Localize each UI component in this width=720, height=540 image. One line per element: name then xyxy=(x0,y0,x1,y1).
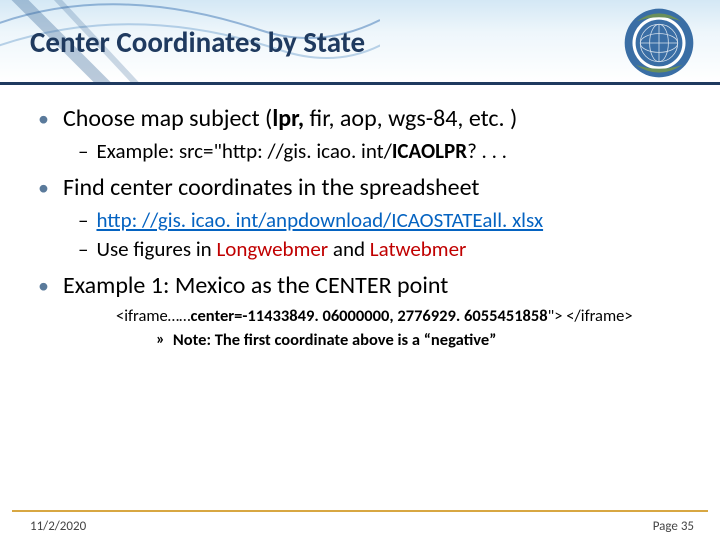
text-bold: ICAOLPR xyxy=(392,138,467,164)
bullet-icon: • xyxy=(38,104,49,134)
content-area: • Choose map subject (lpr, fir, aop, wgs… xyxy=(38,104,690,351)
bullet-choose-subject: • Choose map subject (lpr, fir, aop, wgs… xyxy=(38,104,690,134)
text-longwebmer: Longwebmer xyxy=(216,236,328,262)
text-bold: lpr, xyxy=(272,104,309,133)
dash-icon: – xyxy=(78,138,88,165)
text: <iframe…… xyxy=(116,306,191,326)
text: Use figures in xyxy=(96,236,216,262)
note-negative: » Note: The first coordinate above is a … xyxy=(156,329,690,351)
sub-bullet-use-figures: – Use figures in Longwebmer and Latwebme… xyxy=(78,236,690,263)
text: ? . . . xyxy=(467,138,507,164)
spreadsheet-link[interactable]: http: //gis. icao. int/anpdownload/ICAOS… xyxy=(96,207,543,233)
dash-icon: – xyxy=(78,207,88,234)
text-bold: center=-11433849. 06000000, 2776929. 605… xyxy=(191,306,548,326)
text: Note: The first coordinate above is a “n… xyxy=(173,329,497,351)
text: "> </iframe> xyxy=(548,306,633,326)
text: and xyxy=(328,236,370,262)
footer-page: Page 35 xyxy=(653,519,694,534)
header-divider xyxy=(0,82,720,85)
raquo-icon: » xyxy=(156,329,165,349)
text: Find center coordinates in the spreadshe… xyxy=(63,173,479,203)
bullet-find-coordinates: • Find center coordinates in the spreads… xyxy=(38,173,690,203)
bullet-example-mexico: • Example 1: Mexico as the CENTER point xyxy=(38,271,690,301)
footer-date: 11/2/2020 xyxy=(30,519,86,534)
footer-divider xyxy=(12,510,708,512)
sub-bullet-example-src: – Example: src="http: //gis. icao. int/I… xyxy=(78,138,690,165)
text: Choose map subject ( xyxy=(63,104,272,133)
text: fir, aop, wgs-84, etc. ) xyxy=(310,104,518,133)
page-title: Center Coordinates by State xyxy=(30,24,365,60)
icao-logo xyxy=(620,4,698,82)
dash-icon: – xyxy=(78,236,88,263)
text: Example 1: Mexico as the CENTER point xyxy=(63,271,448,301)
text-latwebmer: Latwebmer xyxy=(370,236,467,262)
sub-bullet-xls-link: – http: //gis. icao. int/anpdownload/ICA… xyxy=(78,207,690,234)
text: Example: src="http: //gis. icao. int/ xyxy=(96,138,391,164)
bullet-icon: • xyxy=(38,173,49,203)
bullet-icon: • xyxy=(38,271,49,301)
code-iframe: <iframe……center=-11433849. 06000000, 277… xyxy=(116,305,690,327)
